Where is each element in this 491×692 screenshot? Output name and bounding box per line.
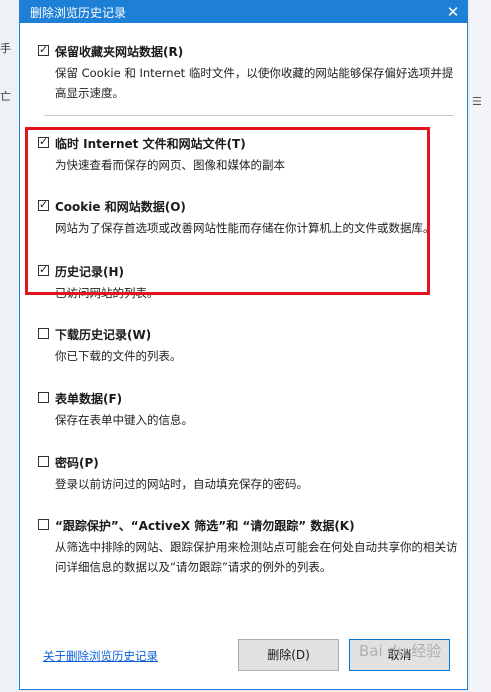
- option-label[interactable]: 表单数据(F): [55, 390, 122, 407]
- option-description: 保存在表单中键入的信息。: [55, 413, 193, 427]
- title-bar: 删除浏览历史记录 ✕: [20, 1, 467, 23]
- checkbox[interactable]: [38, 519, 49, 530]
- option-description: 登录以前访问过的网站时，自动填充保存的密码。: [55, 477, 308, 491]
- background-text-fragment: 手: [0, 42, 11, 55]
- divider: [44, 115, 454, 116]
- delete-browsing-history-dialog: 删除浏览历史记录 ✕ ✓ 保留收藏夹网站数据(R) 保留 Cookie 和 In…: [19, 0, 468, 690]
- red-highlight-box: [25, 127, 430, 295]
- option-label[interactable]: 密码(P): [55, 454, 99, 471]
- dialog-title: 删除浏览历史记录: [30, 6, 127, 20]
- option-label[interactable]: 下载历史记录(W): [55, 326, 151, 343]
- checkbox[interactable]: [38, 328, 49, 339]
- checkmark-icon: ✓: [39, 43, 49, 56]
- delete-button[interactable]: 删除(D): [238, 639, 339, 671]
- background-text-fragment: 亡: [0, 90, 11, 103]
- option-description: 你已下载的文件的列表。: [55, 349, 182, 363]
- cancel-button[interactable]: 取消: [349, 639, 450, 671]
- option-description: 保留 Cookie 和 Internet 临时文件，以使你收藏的网站能够保存偏好…: [55, 66, 454, 100]
- checkbox[interactable]: ✓: [38, 43, 49, 56]
- option-description: 从筛选中排除的网站、跟踪保护用来检测站点可能会在何处自动共享你的相关访问详细信息…: [55, 540, 458, 574]
- close-icon[interactable]: ✕: [443, 2, 463, 22]
- background-left-strip: 手 亡: [0, 0, 20, 692]
- checkbox[interactable]: [38, 456, 49, 467]
- background-menu-icon: ☰: [472, 95, 482, 108]
- checkbox[interactable]: [38, 392, 49, 403]
- option-label[interactable]: 保留收藏夹网站数据(R): [55, 43, 183, 60]
- about-delete-history-link[interactable]: 关于删除浏览历史记录: [43, 648, 158, 664]
- background-right-strip: ☰: [470, 0, 491, 692]
- option-label[interactable]: “跟踪保护”、“ActiveX 筛选”和 “请勿跟踪” 数据(K): [55, 517, 355, 534]
